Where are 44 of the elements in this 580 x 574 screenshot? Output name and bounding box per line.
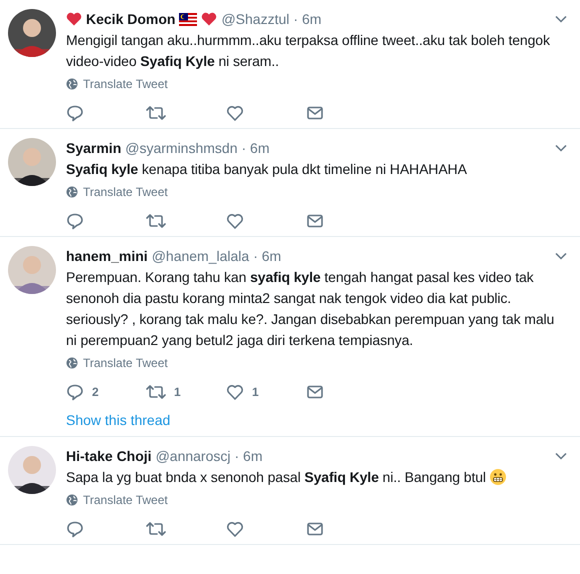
- display-name[interactable]: Syarmin: [66, 138, 122, 158]
- reply-icon: [66, 520, 84, 538]
- envelope-icon: [306, 383, 324, 401]
- tweet-time[interactable]: · 6m: [293, 9, 322, 29]
- globe-icon: [66, 494, 78, 506]
- tweet-text: Mengigil tangan aku..hurmmm..aku terpaksa offline tweet..aku tak boleh tengok video-video Syafiq Kyle ni seram..: [66, 31, 551, 71]
- user-handle[interactable]: @syarminshmsdn: [125, 138, 238, 158]
- like-button[interactable]: 1: [226, 383, 306, 401]
- retweet-icon: [146, 520, 166, 538]
- retweet-icon: [146, 383, 166, 401]
- translate-link[interactable]: Translate Tweet: [66, 185, 168, 199]
- reply-icon: [66, 104, 84, 122]
- translate-link[interactable]: Translate Tweet: [66, 77, 168, 91]
- tweet-time[interactable]: · 6m: [234, 446, 262, 466]
- globe-icon: [66, 78, 78, 90]
- reply-button[interactable]: 2: [66, 383, 146, 401]
- translate-link[interactable]: Translate Tweet: [66, 493, 168, 507]
- globe-icon: [66, 186, 78, 198]
- user-handle[interactable]: @Shazztul: [221, 9, 290, 29]
- user-handle[interactable]: @hanem_lalala: [152, 246, 250, 266]
- display-name[interactable]: Kecik Domon: [86, 9, 176, 29]
- globe-icon: [66, 357, 78, 369]
- display-name[interactable]: Hi-take Choji: [66, 446, 152, 466]
- heart-icon: [226, 520, 244, 538]
- tweet-time[interactable]: · 6m: [253, 246, 282, 266]
- tweet-text: Sapa la yg buat bnda x senonoh pasal Syafiq Kyle ni.. Bangang btul: [66, 467, 566, 488]
- retweet-icon: [146, 212, 166, 230]
- display-name[interactable]: hanem_mini: [66, 246, 148, 266]
- heart-icon: [226, 104, 244, 122]
- heart-icon: [226, 212, 244, 230]
- envelope-icon: [306, 212, 324, 230]
- tweet-time[interactable]: · 6m: [242, 138, 270, 158]
- reply-icon: [66, 212, 84, 230]
- tweet-text: Perempuan. Korang tahu kan syafiq kyle tengah hangat pasal kes video tak senonoh dia pastu korang minta2 sangat nak tengok video dia kat public. seriously? , korang tak malu ke?. Jangan disebabkan perempuan yang tak malu ni perempuan2 yang betul2 jaga diri terkena tempiasnya.: [66, 268, 556, 350]
- heart-icon: [226, 383, 244, 401]
- translate-link[interactable]: Translate Tweet: [66, 356, 168, 370]
- reply-icon: [66, 383, 84, 401]
- show-thread-link[interactable]: Show this thread: [66, 412, 170, 428]
- retweet-button[interactable]: 1: [146, 383, 226, 401]
- user-handle[interactable]: @annaroscj: [156, 446, 230, 466]
- tweet-text: Syafiq kyle kenapa titiba banyak pula dkt timeline ni HAHAHAHA: [66, 160, 468, 179]
- envelope-icon: [306, 520, 324, 538]
- envelope-icon: [306, 104, 324, 122]
- retweet-icon: [146, 104, 166, 122]
